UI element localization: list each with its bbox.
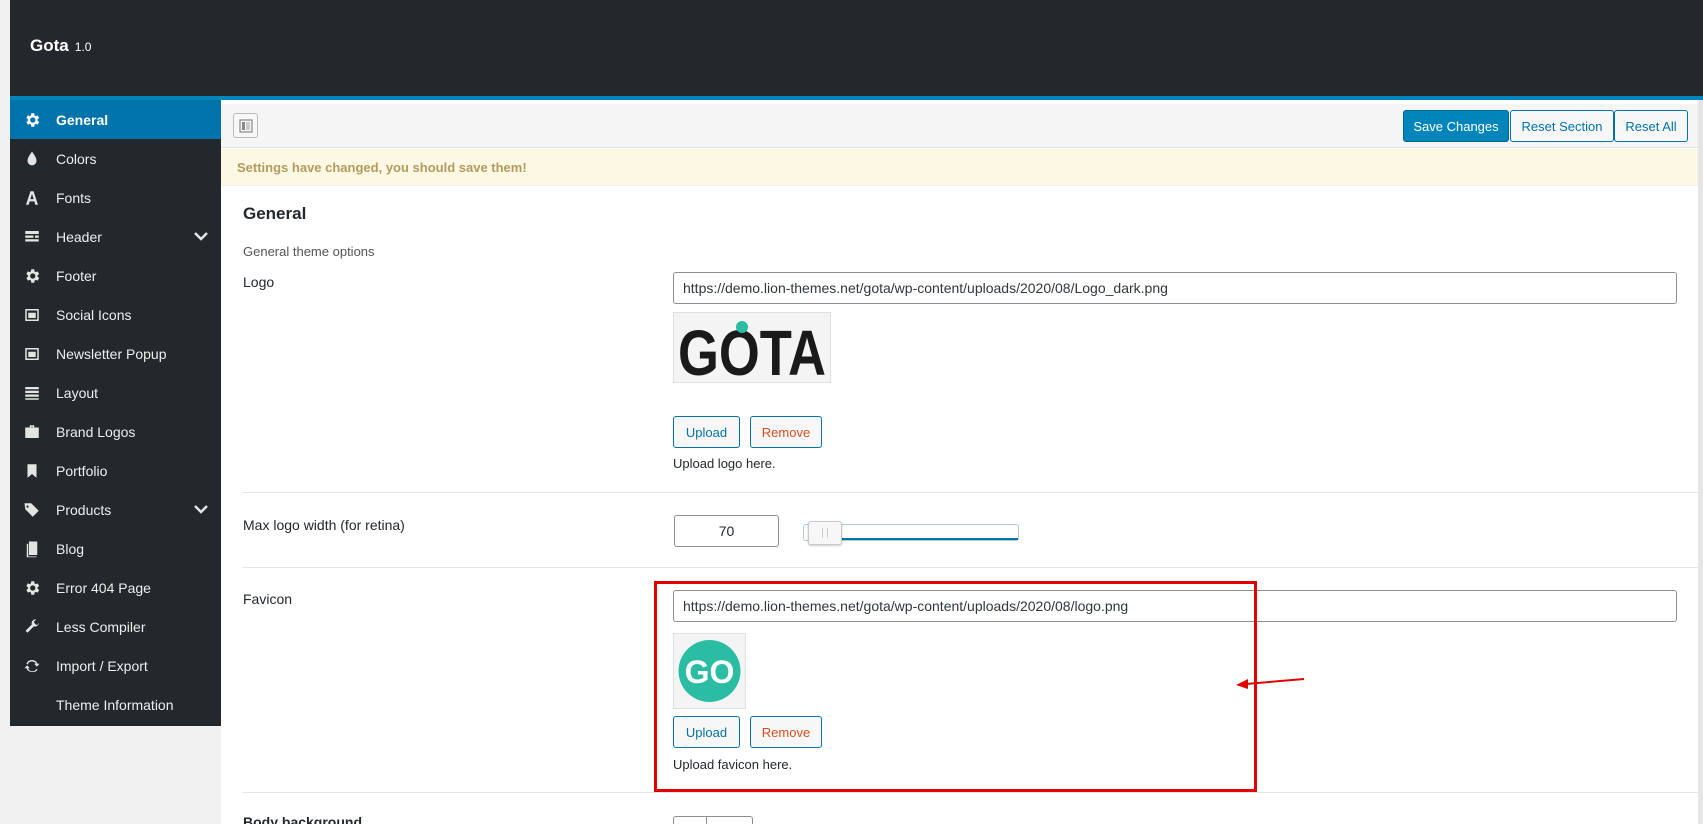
section-title: General bbox=[243, 204, 307, 223]
sidebar-item-products[interactable]: Products bbox=[10, 490, 221, 529]
annotation-highlight-box bbox=[654, 581, 1257, 792]
unsaved-notice: Settings have changed, you should save t… bbox=[221, 149, 1698, 186]
wrench-icon bbox=[22, 617, 42, 637]
header-icon bbox=[22, 227, 42, 247]
sidebar: General Colors Fonts Header Footer Socia… bbox=[10, 100, 221, 824]
sidebar-item-footer[interactable]: Footer bbox=[10, 256, 221, 295]
app-brand: Gota 1.0 bbox=[30, 36, 91, 56]
sidebar-bottom-space bbox=[10, 726, 221, 824]
max-logo-width-label: Max logo width (for retina) bbox=[243, 517, 405, 533]
window-icon bbox=[22, 305, 42, 325]
chevron-down-icon[interactable] bbox=[193, 501, 209, 517]
sidebar-item-label: Blog bbox=[56, 540, 85, 557]
left-margin bbox=[0, 0, 10, 824]
sidebar-item-label: General bbox=[56, 111, 109, 128]
logo-preview: GOTA bbox=[673, 312, 831, 389]
gear-icon bbox=[22, 578, 42, 598]
app-title: Gota bbox=[30, 36, 69, 55]
sidebar-item-label: Less Compiler bbox=[56, 618, 146, 635]
expand-icon bbox=[238, 118, 253, 133]
max-logo-width-input[interactable]: 70 bbox=[674, 515, 779, 547]
refresh-icon bbox=[22, 656, 42, 676]
list-icon bbox=[22, 383, 42, 403]
sidebar-item-newsletter-popup[interactable]: Newsletter Popup bbox=[10, 334, 221, 373]
sidebar-item-label: Header bbox=[56, 228, 102, 245]
chevron-down-icon[interactable] bbox=[193, 228, 209, 244]
right-margin bbox=[1698, 100, 1703, 824]
sidebar-item-label: Social Icons bbox=[56, 306, 132, 323]
sidebar-item-label: Footer bbox=[56, 267, 97, 284]
favicon-label: Favicon bbox=[243, 591, 293, 607]
tags-icon bbox=[22, 500, 42, 520]
app-version: 1.0 bbox=[74, 40, 92, 54]
sidebar-item-label: Newsletter Popup bbox=[56, 345, 167, 362]
body-background-color-picker[interactable] bbox=[673, 816, 753, 824]
file-icon bbox=[22, 539, 42, 559]
sidebar-item-label: Error 404 Page bbox=[56, 579, 151, 596]
sidebar-item-portfolio[interactable]: Portfolio bbox=[10, 451, 221, 490]
sidebar-item-label: Products bbox=[56, 501, 112, 518]
field-divider bbox=[243, 492, 1698, 493]
sidebar-item-label: Fonts bbox=[56, 189, 92, 206]
options-content: General General theme options Logo https… bbox=[221, 186, 1698, 824]
annotation-arrow-icon bbox=[1236, 678, 1305, 689]
sidebar-item-import-export[interactable]: Import / Export bbox=[10, 646, 221, 685]
sidebar-item-label: Theme Information bbox=[56, 696, 174, 713]
sidebar-item-label: Portfolio bbox=[56, 462, 108, 479]
sidebar-item-less-compiler[interactable]: Less Compiler bbox=[10, 607, 221, 646]
sidebar-item-label: Brand Logos bbox=[56, 423, 136, 440]
section-description: General theme options bbox=[243, 244, 375, 259]
expand-toggle-button[interactable] bbox=[233, 113, 258, 138]
logo-upload-button[interactable]: Upload bbox=[673, 416, 740, 448]
slider-handle[interactable] bbox=[808, 521, 842, 545]
field-divider bbox=[243, 792, 1698, 793]
font-icon bbox=[22, 188, 42, 208]
sidebar-item-label: Import / Export bbox=[56, 657, 148, 674]
sidebar-item-error-404[interactable]: Error 404 Page bbox=[10, 568, 221, 607]
reset-all-button[interactable]: Reset All bbox=[1614, 110, 1688, 142]
window-icon bbox=[22, 344, 42, 364]
logo-preview-text: GOTA bbox=[678, 317, 826, 382]
briefcase-icon bbox=[22, 422, 42, 442]
blank-icon bbox=[22, 695, 42, 715]
body-background-label: Body background bbox=[243, 814, 363, 824]
logo-url-input[interactable]: https://demo.lion-themes.net/gota/wp-con… bbox=[673, 272, 1677, 304]
gear-icon bbox=[22, 110, 42, 130]
sidebar-item-general[interactable]: General bbox=[10, 100, 221, 139]
sidebar-item-colors[interactable]: Colors bbox=[10, 139, 221, 178]
field-divider bbox=[243, 567, 1698, 568]
sidebar-item-fonts[interactable]: Fonts bbox=[10, 178, 221, 217]
slider-fill bbox=[842, 538, 1018, 540]
sidebar-item-brand-logos[interactable]: Brand Logos bbox=[10, 412, 221, 451]
logo-preview-image: GOTA bbox=[678, 317, 826, 389]
sidebar-item-blog[interactable]: Blog bbox=[10, 529, 221, 568]
sidebar-item-theme-information[interactable]: Theme Information bbox=[10, 685, 221, 724]
top-bar: Gota 1.0 bbox=[10, 0, 1703, 100]
save-changes-button[interactable]: Save Changes bbox=[1403, 110, 1509, 142]
reset-section-button[interactable]: Reset Section bbox=[1510, 110, 1614, 142]
bookmark-icon bbox=[22, 461, 42, 481]
max-logo-width-slider[interactable] bbox=[803, 521, 1019, 545]
options-toolbar: Save Changes Reset Section Reset All bbox=[221, 104, 1698, 148]
sidebar-item-label: Layout bbox=[56, 384, 99, 401]
logo-remove-button[interactable]: Remove bbox=[750, 416, 822, 448]
sidebar-item-social-icons[interactable]: Social Icons bbox=[10, 295, 221, 334]
droplet-icon bbox=[22, 149, 42, 169]
logo-label: Logo bbox=[243, 274, 275, 290]
sidebar-item-layout[interactable]: Layout bbox=[10, 373, 221, 412]
sidebar-item-label: Colors bbox=[56, 150, 97, 167]
logo-help-text: Upload logo here. bbox=[673, 456, 776, 471]
sidebar-item-header[interactable]: Header bbox=[10, 217, 221, 256]
gear-icon bbox=[22, 266, 42, 286]
